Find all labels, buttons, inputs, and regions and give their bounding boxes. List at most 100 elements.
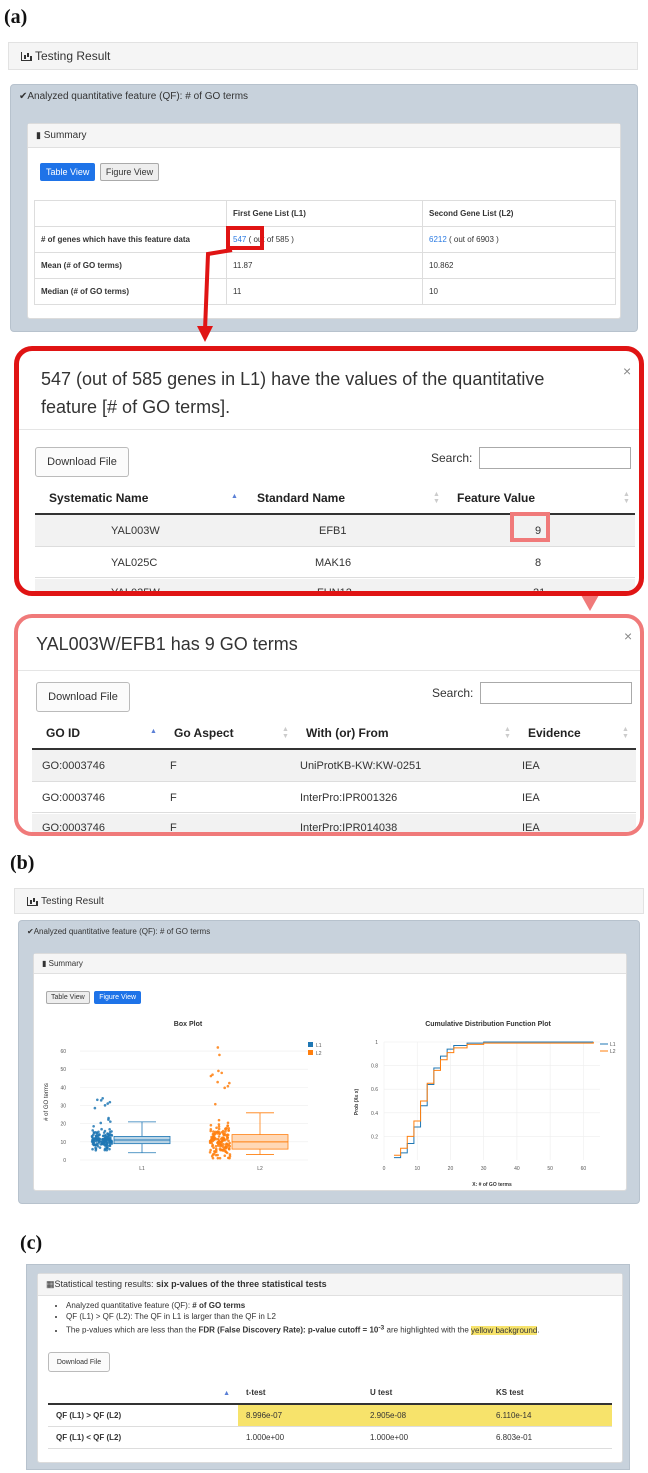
data-point bbox=[227, 1129, 230, 1132]
data-point bbox=[224, 1130, 227, 1133]
y-tick-label: 60 bbox=[60, 1049, 66, 1055]
data-point bbox=[213, 1151, 217, 1154]
data-point bbox=[95, 1143, 98, 1147]
download-file-button[interactable]: Download File bbox=[48, 1352, 110, 1372]
figure-view-button[interactable]: Figure View bbox=[94, 991, 142, 1004]
close-icon[interactable]: × bbox=[624, 628, 632, 644]
data-point bbox=[217, 1069, 220, 1073]
data-point bbox=[226, 1084, 230, 1088]
data-point bbox=[110, 1130, 113, 1133]
data-point bbox=[209, 1139, 212, 1143]
data-point bbox=[222, 1143, 225, 1146]
data-point bbox=[217, 1118, 221, 1122]
col-header-u-test[interactable]: U test bbox=[362, 1382, 488, 1405]
y-tick-label: 40 bbox=[60, 1085, 66, 1091]
sort-asc-icon[interactable]: ▲ bbox=[150, 728, 157, 735]
testing-result-title: Testing Result bbox=[41, 895, 104, 907]
table-row: QF (L1) < QF (L2) 1.000e+00 1.000e+00 6.… bbox=[48, 1426, 612, 1449]
arrow-line-red bbox=[203, 248, 233, 331]
feature-value-link[interactable]: 8 bbox=[535, 557, 541, 569]
sort-icon[interactable]: ▲ ▼ bbox=[504, 726, 511, 740]
sort-icon[interactable]: ▲ ▼ bbox=[433, 491, 440, 505]
ks-test-value: 6.110e-14 bbox=[488, 1404, 612, 1427]
col-header-feature-value[interactable]: Feature Value bbox=[457, 491, 535, 505]
go-id-link[interactable]: GO:0003746 bbox=[42, 760, 105, 772]
data-point bbox=[217, 1135, 221, 1138]
sort-asc-icon[interactable]: ▲ bbox=[231, 493, 238, 500]
y-axis-label: # of GO terms bbox=[44, 1083, 50, 1121]
data-point bbox=[227, 1139, 230, 1143]
testing-result-header: Testing Result bbox=[14, 888, 644, 914]
legend-label: L1 bbox=[610, 1042, 616, 1048]
col-header-ks-test[interactable]: KS test bbox=[488, 1382, 612, 1405]
data-point bbox=[107, 1118, 110, 1121]
close-icon[interactable]: × bbox=[623, 363, 631, 379]
table-icon: ▦ bbox=[46, 1279, 55, 1289]
sort-icon[interactable]: ▲ ▼ bbox=[282, 726, 289, 740]
stats-header: ▦Statistical testing results: six p-valu… bbox=[38, 1274, 622, 1296]
go-id-link[interactable]: GO:0003746 bbox=[42, 792, 105, 804]
data-point bbox=[209, 1129, 212, 1133]
download-file-button[interactable]: Download File bbox=[36, 682, 130, 712]
data-point bbox=[98, 1140, 102, 1143]
data-point bbox=[221, 1129, 225, 1133]
data-point bbox=[226, 1124, 230, 1127]
arrow-head-red bbox=[197, 326, 213, 342]
systematic-name-link[interactable]: YAL003W bbox=[111, 525, 160, 537]
search-input[interactable] bbox=[480, 682, 632, 704]
systematic-name-link[interactable]: YAL035W bbox=[111, 587, 160, 591]
col-header-with-from[interactable]: With (or) From bbox=[306, 726, 389, 740]
sort-icon[interactable]: ▲ ▼ bbox=[622, 726, 629, 740]
col-header-go-aspect[interactable]: Go Aspect bbox=[174, 726, 234, 740]
col-header-t-test[interactable]: t-test bbox=[238, 1382, 362, 1405]
data-point bbox=[220, 1148, 224, 1152]
highlight-box-9 bbox=[510, 512, 550, 542]
col-header-systematic-name[interactable]: Systematic Name bbox=[49, 491, 148, 505]
data-point bbox=[211, 1139, 215, 1143]
u-test-value: 1.000e+00 bbox=[362, 1426, 488, 1449]
systematic-name-link[interactable]: YAL025C bbox=[111, 557, 157, 569]
sort-icon[interactable]: ▲ ▼ bbox=[623, 491, 630, 505]
data-point bbox=[92, 1131, 96, 1135]
y-tick-label: 0 bbox=[63, 1158, 66, 1164]
data-point bbox=[216, 1153, 219, 1157]
qf-outer-panel: ✔Analyzed quantitative feature (QF): # o… bbox=[18, 920, 640, 1204]
col-header-go-id[interactable]: GO ID bbox=[46, 726, 80, 740]
box-plot-chart: Box Plot # of GO terms 0 10 20 30 40 50 60 L1 L2 L1… bbox=[44, 1021, 322, 1172]
search-input[interactable] bbox=[479, 447, 631, 469]
col-header-evidence[interactable]: Evidence bbox=[528, 726, 581, 740]
legend-label: L1 bbox=[316, 1043, 322, 1049]
arrow-head-pink bbox=[581, 595, 599, 611]
data-point bbox=[224, 1127, 227, 1131]
data-point bbox=[212, 1130, 215, 1133]
legend-label: L2 bbox=[610, 1049, 616, 1055]
download-file-button[interactable]: Download File bbox=[35, 447, 129, 477]
u-test-value: 2.905e-08 bbox=[362, 1404, 488, 1427]
data-point bbox=[93, 1106, 97, 1110]
data-point bbox=[209, 1123, 213, 1127]
go-id-link[interactable]: GO:0003746 bbox=[42, 822, 105, 832]
data-point bbox=[217, 1125, 221, 1128]
list-item: The p-values which are less than the FDR… bbox=[66, 1322, 622, 1336]
data-point bbox=[108, 1100, 112, 1104]
y-tick-label: 1 bbox=[375, 1040, 378, 1046]
summary-title: Summary bbox=[48, 959, 83, 968]
data-point bbox=[227, 1146, 231, 1150]
x-tick-label: 0 bbox=[383, 1166, 386, 1172]
data-point bbox=[99, 1143, 103, 1146]
with-from: InterPro:IPR001326 bbox=[300, 792, 398, 804]
t-test-value: 8.996e-07 bbox=[238, 1404, 362, 1427]
data-point bbox=[108, 1140, 112, 1144]
standard-name: EFB1 bbox=[319, 525, 347, 537]
summary-header: ▮ Summary bbox=[34, 954, 626, 974]
data-point bbox=[97, 1137, 101, 1140]
col-header-standard-name[interactable]: Standard Name bbox=[257, 491, 345, 505]
panel-label-b: (b) bbox=[10, 852, 35, 874]
feature-value-link[interactable]: 21 bbox=[533, 587, 545, 591]
data-point bbox=[101, 1134, 105, 1138]
standard-name: FUN12 bbox=[317, 587, 352, 596]
data-point bbox=[216, 1156, 220, 1160]
data-point bbox=[109, 1120, 112, 1123]
sort-asc-icon[interactable]: ▲ bbox=[223, 1390, 230, 1397]
table-view-button[interactable]: Table View bbox=[46, 991, 90, 1004]
